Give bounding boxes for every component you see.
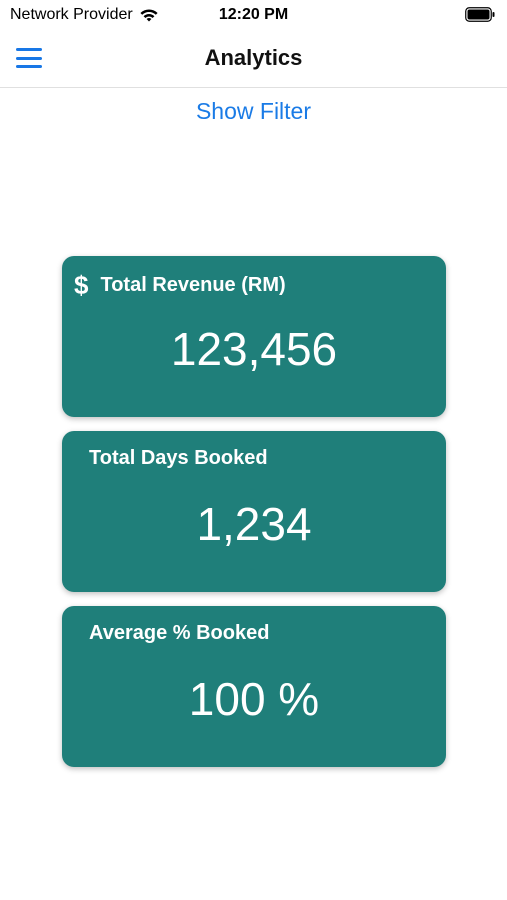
card-title: Average % Booked — [89, 622, 269, 645]
total-days-booked-card: Total Days Booked 1,234 — [62, 431, 446, 592]
dollar-icon: $ — [74, 270, 89, 300]
page-title: Analytics — [204, 45, 303, 70]
card-title-label: Average % Booked — [89, 622, 270, 644]
card-title-label: Total Days Booked — [89, 447, 268, 469]
status-bar: Network Provider 12:20 PM — [0, 0, 507, 32]
show-filter-button[interactable]: Show Filter — [0, 98, 507, 125]
total-revenue-card: $ Total Revenue (RM) 123,456 — [62, 256, 446, 417]
status-time: 12:20 PM — [218, 6, 289, 23]
battery-icon — [465, 7, 495, 22]
card-title: Total Days Booked — [89, 447, 268, 470]
navigation-bar: Analytics — [0, 32, 507, 88]
card-title-label: Total Revenue (RM) — [100, 273, 286, 296]
average-booked-value: 100 % — [188, 673, 320, 725]
average-booked-card: Average % Booked 100 % — [62, 606, 446, 767]
total-days-booked-value: 1,234 — [196, 498, 312, 550]
card-title: $ Total Revenue (RM) — [74, 272, 286, 298]
total-revenue-value: 123,456 — [170, 323, 338, 375]
